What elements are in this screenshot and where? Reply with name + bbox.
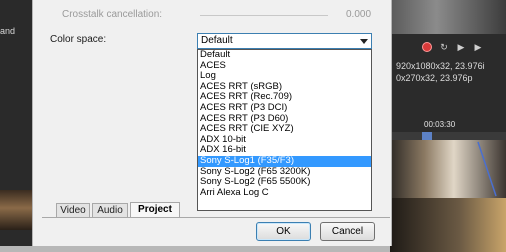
left-panel-text: and — [0, 26, 16, 36]
color-space-option[interactable]: ACES RRT (sRGB) — [198, 82, 371, 93]
tab-audio[interactable]: Audio — [92, 203, 128, 217]
crosstalk-value: 0.000 — [346, 9, 372, 20]
color-space-selected-value: Default — [201, 35, 233, 46]
timeline-ruler[interactable] — [390, 132, 506, 140]
play-button[interactable]: ▶ — [473, 42, 483, 52]
color-space-option[interactable]: ADX 10-bit — [198, 135, 371, 146]
tab-divider — [42, 217, 390, 218]
tab-video[interactable]: Video — [56, 203, 90, 217]
color-space-option[interactable]: ACES RRT (CIE XYZ) — [198, 124, 371, 135]
fade-envelope-icon — [477, 141, 497, 197]
preview-strip — [390, 0, 506, 34]
color-space-option[interactable]: ACES RRT (Rec.709) — [198, 92, 371, 103]
cancel-button[interactable]: Cancel — [320, 222, 375, 241]
play-from-start-icon: ▶ — [457, 41, 465, 52]
dialog-bottom-edge — [0, 246, 390, 252]
tab-project[interactable]: Project — [130, 202, 180, 217]
timeline-timecode: 00:03:30 — [424, 120, 456, 129]
color-space-option[interactable]: ACES RRT (P3 DCI) — [198, 103, 371, 114]
record-icon — [422, 42, 432, 52]
crosstalk-label: Crosstalk cancellation: — [62, 9, 163, 20]
editor-right-panel: ↻ ▶ ▶ 920x1080x32, 23.976i 0x270x32, 23.… — [390, 0, 506, 252]
color-space-label: Color space: — [50, 34, 107, 45]
color-space-option[interactable]: ADX 16-bit — [198, 145, 371, 156]
play-icon: ▶ — [474, 41, 482, 52]
timeline-video-event-2[interactable] — [390, 198, 506, 252]
color-space-option[interactable]: ACES — [198, 61, 371, 72]
ok-button[interactable]: OK — [256, 222, 311, 241]
color-space-option[interactable]: Sony S-Log2 (F65 5500K) — [198, 177, 371, 188]
color-space-option[interactable]: Sony S-Log2 (F65 3200K) — [198, 167, 371, 178]
color-space-option[interactable]: Default — [198, 50, 371, 61]
color-space-option[interactable]: Log — [198, 71, 371, 82]
loop-icon: ↻ — [440, 41, 448, 52]
video-info-project: 920x1080x32, 23.976i — [396, 61, 485, 71]
video-info-preview: 0x270x32, 23.976p — [396, 73, 473, 83]
color-space-option[interactable]: ACES RRT (P3 D60) — [198, 114, 371, 125]
color-space-select[interactable]: Default — [197, 33, 372, 49]
play-from-start-button[interactable]: ▶ — [456, 42, 466, 52]
loop-button[interactable]: ↻ — [439, 42, 449, 52]
record-button[interactable] — [422, 42, 432, 52]
color-space-dropdown-list: Default ACES Log ACES RRT (sRGB) ACES RR… — [197, 49, 372, 211]
crosstalk-slider[interactable] — [200, 15, 328, 16]
color-space-option-selected[interactable]: Sony S-Log1 (F35/F3) — [198, 155, 371, 167]
timeline-region-marker[interactable] — [422, 132, 432, 140]
color-space-option[interactable]: Arri Alexa Log C — [198, 188, 371, 199]
chevron-down-icon — [360, 39, 368, 44]
transport-controls: ↻ ▶ ▶ — [422, 42, 483, 52]
